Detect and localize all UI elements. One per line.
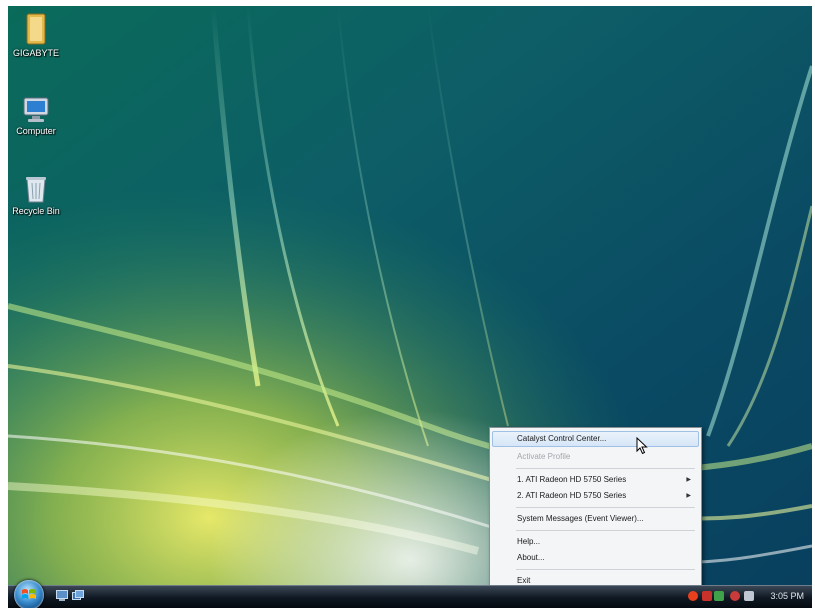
menu-separator [516, 569, 695, 570]
show-desktop-icon[interactable] [56, 590, 68, 601]
desktop-icon-recycle-bin[interactable]: Recycle Bin [8, 174, 66, 217]
recycle-bin-icon [26, 177, 46, 203]
menu-item-gpu-2[interactable]: 2. ATI Radeon HD 5750 Series ▶ [492, 488, 699, 504]
menu-separator [516, 507, 695, 508]
ati-catalyst-icon[interactable] [688, 591, 698, 601]
menu-item-gpu-1[interactable]: 1. ATI Radeon HD 5750 Series ▶ [492, 472, 699, 488]
menu-item-catalyst-control-center[interactable]: Catalyst Control Center... [492, 431, 699, 447]
start-button[interactable] [14, 580, 44, 608]
menu-separator [516, 468, 695, 469]
system-tray: 3:05 PM [682, 586, 812, 608]
menu-item-system-messages[interactable]: System Messages (Event Viewer)... [492, 511, 699, 527]
computer-icon [23, 97, 49, 122]
network-icon[interactable] [702, 591, 712, 601]
power-icon[interactable] [730, 591, 740, 601]
mouse-cursor-icon [636, 437, 648, 455]
submenu-arrow-icon: ▶ [686, 477, 691, 483]
taskbar-clock[interactable]: 3:05 PM [770, 591, 804, 601]
folder-icon [26, 13, 46, 45]
windows-logo-icon [22, 589, 36, 599]
menu-item-activate-profile: Activate Profile [517, 452, 571, 461]
shield-icon[interactable] [714, 591, 724, 601]
ati-tray-context-menu: Catalyst Control Center... Activate Prof… [489, 427, 702, 597]
menu-separator [516, 530, 695, 531]
desktop-icon-gigabyte[interactable]: GIGABYTE [8, 12, 66, 59]
menu-item-help[interactable]: Help... [492, 534, 699, 550]
desktop-icon-computer[interactable]: Computer [8, 96, 66, 137]
switch-windows-icon[interactable] [72, 590, 84, 601]
submenu-arrow-icon: ▶ [686, 493, 691, 499]
menu-item-about[interactable]: About... [492, 550, 699, 566]
volume-icon[interactable] [744, 591, 754, 601]
desktop-screen: GIGABYTE Computer Recycle Bin Catalyst C… [8, 6, 812, 608]
taskbar: 3:05 PM [8, 580, 812, 608]
